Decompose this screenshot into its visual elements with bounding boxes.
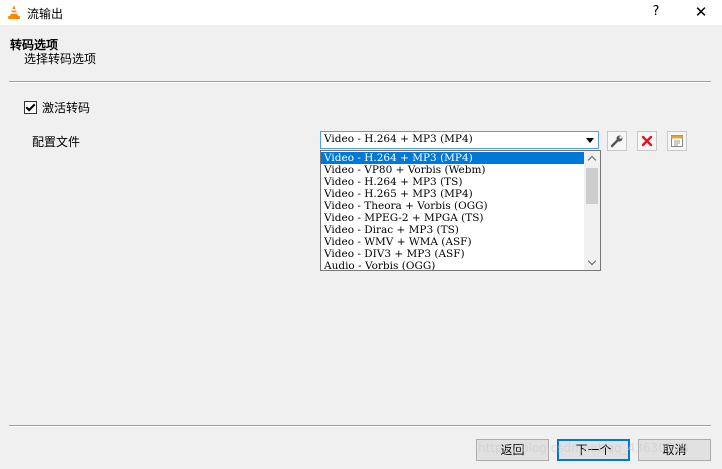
dropdown-scrollbar[interactable]	[584, 151, 600, 270]
red-x-icon	[641, 135, 653, 147]
profile-option[interactable]: Video - Dirac + MP3 (TS)	[321, 224, 584, 236]
activate-transcode-checkbox[interactable]: 激活转码	[24, 99, 90, 115]
profile-option[interactable]: Video - DIV3 + MP3 (ASF)	[321, 248, 584, 260]
profile-dropdown-list[interactable]: Video - H.264 + MP3 (MP4) Video - VP80 +…	[320, 150, 601, 271]
profile-option[interactable]: Video - H.265 + MP3 (MP4)	[321, 188, 584, 200]
chevron-down-icon[interactable]	[586, 138, 594, 143]
profile-option[interactable]: Video - MPEG-2 + MPGA (TS)	[321, 212, 584, 224]
scroll-up-button[interactable]	[584, 151, 600, 166]
edit-profile-button[interactable]	[607, 131, 627, 151]
new-profile-button[interactable]	[667, 131, 687, 151]
scroll-down-button[interactable]	[584, 255, 600, 270]
vlc-cone-icon	[8, 5, 20, 19]
header-divider	[9, 81, 711, 83]
profile-option[interactable]: Video - H.264 + MP3 (MP4)	[321, 152, 584, 164]
profile-option[interactable]: Audio - Vorbis (OGG)	[321, 260, 584, 270]
profile-option[interactable]: Video - VP80 + Vorbis (Webm)	[321, 164, 584, 176]
activate-transcode-label: 激活转码	[42, 100, 91, 115]
close-button[interactable]: ✕	[689, 2, 713, 22]
scroll-thumb[interactable]	[586, 168, 598, 204]
chevron-down-icon	[587, 256, 597, 266]
profile-select[interactable]: Video - H.264 + MP3 (MP4)	[320, 131, 599, 149]
title-bar: 流输出 ? ✕	[0, 0, 722, 25]
profile-option[interactable]: Video - Theora + Vorbis (OGG)	[321, 200, 584, 212]
help-button[interactable]: ?	[644, 2, 668, 22]
profile-selected-value: Video - H.264 + MP3 (MP4)	[324, 133, 473, 145]
window-title: 流输出	[27, 7, 64, 21]
chevron-up-icon	[587, 155, 597, 165]
page-subtitle: 选择转码选项	[24, 52, 97, 66]
checkbox-box[interactable]	[24, 100, 37, 114]
profile-option[interactable]: Video - H.264 + MP3 (TS)	[321, 176, 584, 188]
cancel-button[interactable]: 取消	[638, 439, 711, 461]
delete-profile-button[interactable]	[637, 131, 657, 151]
next-button[interactable]: 下一个	[557, 439, 630, 461]
wrench-icon	[610, 135, 623, 148]
new-profile-icon	[671, 135, 683, 147]
profile-option[interactable]: Video - WMV + WMA (ASF)	[321, 236, 584, 248]
footer-divider	[9, 425, 711, 427]
profile-label: 配置文件	[32, 135, 81, 149]
back-button[interactable]: 返回	[476, 439, 549, 461]
